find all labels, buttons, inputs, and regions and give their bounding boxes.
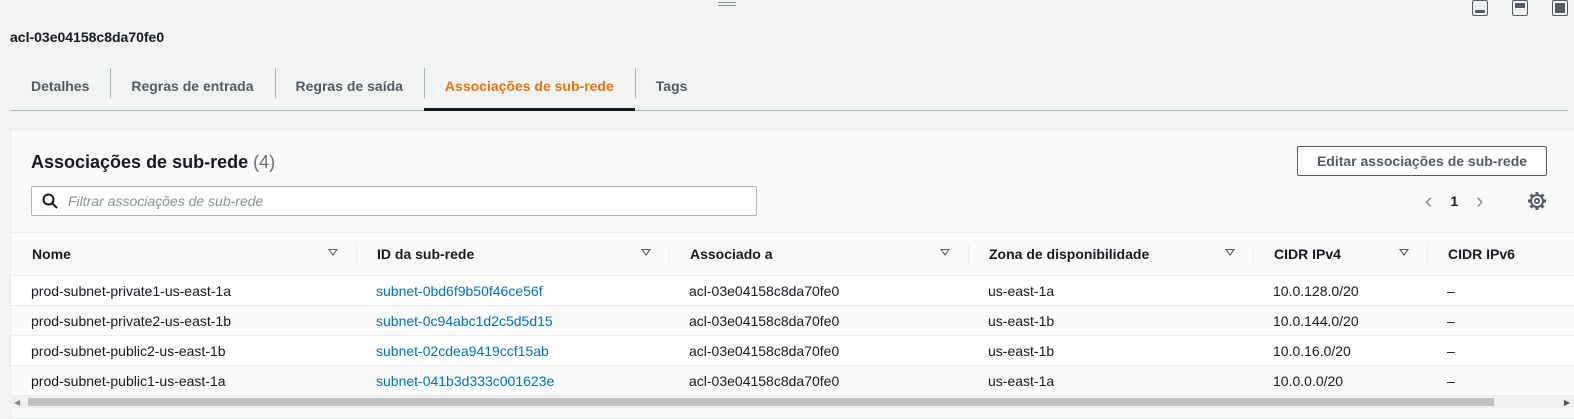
- tab-inbound-rules[interactable]: Regras de entrada: [110, 62, 274, 110]
- subnet-link[interactable]: subnet-0c94abc1d2c5d5d15: [376, 313, 553, 329]
- cell-name: prod-subnet-private2-us-east-1b: [31, 312, 231, 329]
- tab-tags[interactable]: Tags: [634, 62, 709, 110]
- column-header-subnet-id[interactable]: ID da sub-rede: [356, 233, 669, 275]
- maximize-icon[interactable]: [1552, 0, 1568, 16]
- cell-name: prod-subnet-public1-us-east-1a: [31, 372, 226, 389]
- cell-availability-zone: us-east-1a: [988, 282, 1055, 299]
- pagination: ‹ 1 ›: [1425, 190, 1483, 212]
- page-title: acl-03e04158c8da70fe0: [10, 29, 165, 45]
- cell-ipv6-cidr: –: [1447, 372, 1455, 389]
- sort-caret-icon[interactable]: [328, 249, 338, 256]
- current-page[interactable]: 1: [1450, 193, 1458, 209]
- search-input[interactable]: [68, 193, 718, 209]
- column-label: ID da sub-rede: [377, 246, 475, 262]
- cell-subnet-id: subnet-041b3d333c001623e: [356, 366, 669, 395]
- sort-caret-icon[interactable]: [1399, 249, 1409, 256]
- table-header: Nome ID da sub-rede Associado a Zona de …: [11, 232, 1574, 276]
- dock-top-icon[interactable]: [1512, 0, 1528, 16]
- column-header-availability-zone[interactable]: Zona de disponibilidade: [968, 233, 1253, 275]
- tab-details[interactable]: Detalhes: [10, 62, 110, 110]
- column-label: Zona de disponibilidade: [989, 246, 1150, 262]
- cell-availability-zone: us-east-1b: [988, 312, 1055, 329]
- subnet-link[interactable]: subnet-041b3d333c001623e: [376, 373, 554, 389]
- cell-ipv4-cidr: 10.0.144.0/20: [1273, 312, 1359, 329]
- cell-ipv6-cidr: –: [1447, 282, 1455, 299]
- subnet-link[interactable]: subnet-02cdea9419ccf15ab: [376, 343, 549, 359]
- cell-ipv4-cidr: 10.0.16.0/20: [1273, 342, 1351, 359]
- gear-icon[interactable]: [1527, 191, 1547, 211]
- table-row[interactable]: prod-subnet-public2-us-east-1b subnet-02…: [11, 336, 1574, 366]
- search-icon: [42, 193, 58, 209]
- column-header-associated-with[interactable]: Associado a: [669, 233, 968, 275]
- tab-subnet-associations[interactable]: Associações de sub-rede: [423, 62, 635, 111]
- table-row[interactable]: prod-subnet-private2-us-east-1b subnet-0…: [11, 306, 1574, 336]
- subnet-link[interactable]: subnet-0bd6f9b50f46ce56f: [376, 283, 543, 299]
- tab-bar: Detalhes Regras de entrada Regras de saí…: [10, 62, 1568, 111]
- panel-resize-handle[interactable]: [718, 0, 736, 8]
- panel-count: (4): [253, 152, 276, 172]
- column-header-ipv4-cidr[interactable]: CIDR IPv4: [1253, 233, 1427, 275]
- sort-caret-icon[interactable]: [940, 249, 950, 256]
- cell-name: prod-subnet-private1-us-east-1a: [31, 282, 231, 299]
- previous-page-icon[interactable]: ‹: [1425, 190, 1432, 212]
- table-row[interactable]: prod-subnet-private1-us-east-1a subnet-0…: [11, 276, 1574, 306]
- cell-associated-with: acl-03e04158c8da70fe0: [689, 282, 840, 299]
- cell-ipv4-cidr: 10.0.128.0/20: [1273, 282, 1359, 299]
- table-row[interactable]: prod-subnet-public1-us-east-1a subnet-04…: [11, 366, 1574, 396]
- column-label: CIDR IPv6: [1448, 246, 1515, 262]
- sort-caret-icon[interactable]: [641, 249, 651, 256]
- horizontal-scrollbar[interactable]: ◀ ▶: [10, 396, 1574, 408]
- cell-ipv6-cidr: –: [1447, 342, 1455, 359]
- column-label: Associado a: [690, 246, 773, 262]
- cell-subnet-id: subnet-02cdea9419ccf15ab: [356, 336, 669, 365]
- column-label: Nome: [32, 246, 71, 262]
- cell-associated-with: acl-03e04158c8da70fe0: [689, 372, 840, 389]
- cell-availability-zone: us-east-1a: [988, 372, 1055, 389]
- search-box[interactable]: [31, 186, 757, 216]
- scroll-left-icon[interactable]: ◀: [14, 398, 20, 407]
- edit-subnet-associations-button[interactable]: Editar associações de sub-rede: [1297, 146, 1547, 176]
- subnet-associations-table: Nome ID da sub-rede Associado a Zona de …: [11, 232, 1574, 396]
- column-label: CIDR IPv4: [1274, 246, 1341, 262]
- tab-outbound-rules[interactable]: Regras de saída: [274, 62, 424, 110]
- sort-caret-icon[interactable]: [1225, 249, 1235, 256]
- subnet-associations-panel: Associações de sub-rede (4) Editar assoc…: [10, 129, 1574, 419]
- column-header-name[interactable]: Nome: [11, 233, 356, 275]
- cell-subnet-id: subnet-0c94abc1d2c5d5d15: [356, 306, 669, 335]
- cell-associated-with: acl-03e04158c8da70fe0: [689, 312, 840, 329]
- cell-availability-zone: us-east-1b: [988, 342, 1055, 359]
- panel-title: Associações de sub-rede (4): [31, 152, 275, 173]
- cell-name: prod-subnet-public2-us-east-1b: [31, 342, 226, 359]
- cell-ipv4-cidr: 10.0.0.0/20: [1273, 372, 1344, 389]
- panel-title-text: Associações de sub-rede: [31, 152, 249, 172]
- cell-ipv6-cidr: –: [1447, 312, 1455, 329]
- column-header-ipv6-cidr[interactable]: CIDR IPv6: [1427, 233, 1574, 275]
- cell-subnet-id: subnet-0bd6f9b50f46ce56f: [356, 276, 669, 305]
- dock-bottom-icon[interactable]: [1472, 0, 1488, 16]
- cell-associated-with: acl-03e04158c8da70fe0: [689, 342, 840, 359]
- window-controls: [1472, 0, 1568, 16]
- scrollbar-thumb[interactable]: [28, 398, 1494, 406]
- next-page-icon[interactable]: ›: [1476, 190, 1483, 212]
- scroll-right-icon[interactable]: ▶: [1564, 398, 1570, 407]
